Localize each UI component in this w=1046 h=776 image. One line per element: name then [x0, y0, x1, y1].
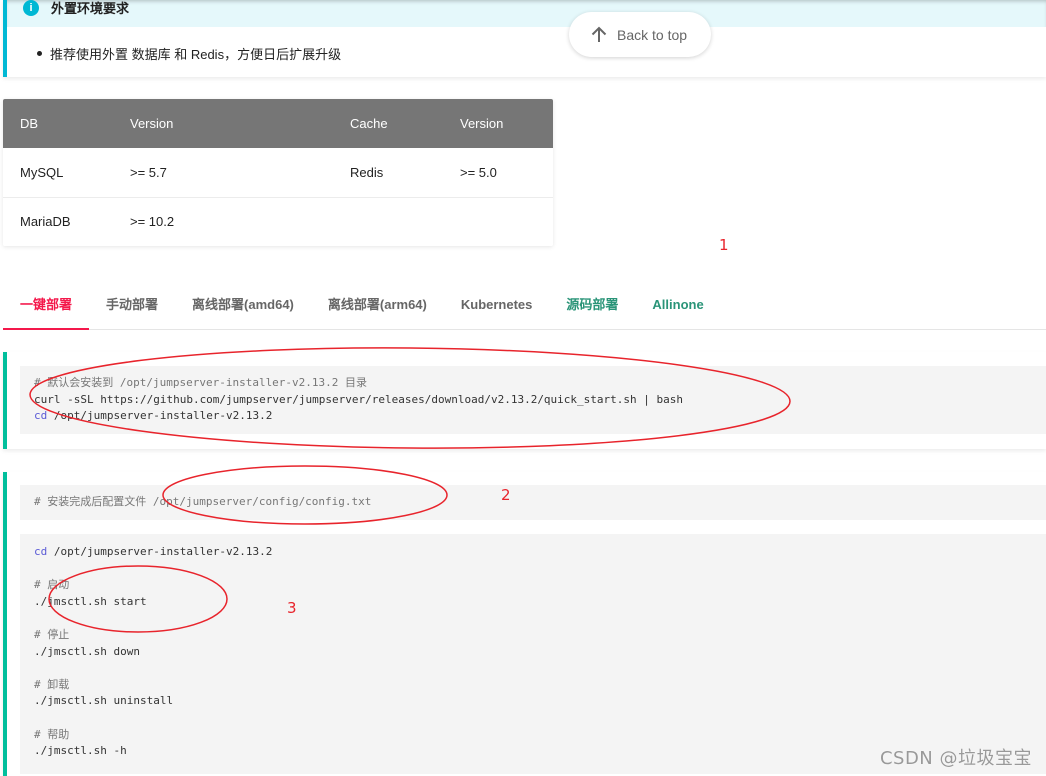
table-cell [443, 197, 553, 246]
table-cell: Redis [333, 148, 443, 198]
tab-source-deploy[interactable]: 源码部署 [549, 289, 635, 329]
admonition-title-text: 外置环境要求 [51, 1, 130, 16]
csdn-watermark: CSDN @垃圾宝宝 [879, 748, 1032, 769]
code-line-stop: ./jmsctl.sh down [34, 644, 140, 658]
code-line-uninstall: ./jmsctl.sh uninstall [34, 694, 174, 708]
header-db-version: Version [113, 99, 333, 148]
code-line-help: ./jmsctl.sh -h [34, 744, 127, 758]
requirements-table: DB Version Cache Version MySQL >= 5.7 Re… [3, 99, 553, 246]
back-to-top-label: Back to top [617, 26, 688, 43]
code-block-install[interactable]: # 默认会安装到 /opt/jumpserver-installer-v2.13… [20, 366, 1046, 434]
code-block-config[interactable]: # 安装完成后配置文件 /opt/jumpserver/config/confi… [20, 485, 1046, 520]
header-cache: Cache [333, 99, 443, 148]
code-line-cd-path: /opt/jumpserver-installer-v2.13.2 [47, 545, 273, 558]
table-cell: MariaDB [3, 197, 113, 246]
header-cache-version: Version [443, 99, 553, 148]
header-db: DB [3, 99, 113, 148]
code-keyword-cd: cd [34, 409, 48, 423]
tab-offline-amd64[interactable]: 离线部署(amd64) [175, 289, 311, 329]
code-comment: # 默认会安装到 /opt/jumpserver-installer-v2.13… [34, 376, 368, 389]
annotation-number-3: 3 [287, 599, 297, 617]
code-line-curl: curl -sSL https://github.com/jumpserver/… [34, 392, 684, 406]
code-comment-start: # 启动 [34, 578, 70, 592]
admonition-external-env: i 外置环境要求 推荐使用外置 数据库 和 Redis，方便日后扩展升级 [3, 0, 1046, 77]
annotation-number-1: 1 [719, 236, 729, 254]
table-cell: >= 5.0 [443, 148, 553, 198]
manage-card: # 安装完成后配置文件 /opt/jumpserver/config/confi… [3, 472, 1046, 776]
quick-start-card: # 默认会安装到 /opt/jumpserver-installer-v2.13… [3, 352, 1046, 449]
code-comment-uninstall: # 卸载 [34, 677, 70, 691]
code-block-jmsctl[interactable]: cd /opt/jumpserver-installer-v2.13.2 # 启… [20, 534, 1046, 774]
code-line-cd-path: /opt/jumpserver-installer-v2.13.2 [47, 409, 273, 423]
admonition-list-item: 推荐使用外置 数据库 和 Redis，方便日后扩展升级 [7, 27, 1046, 63]
table-cell: >= 5.7 [113, 148, 333, 198]
tab-offline-arm64[interactable]: 离线部署(arm64) [311, 289, 444, 329]
table-header-row: DB Version Cache Version [3, 99, 553, 148]
table-row: MySQL >= 5.7 Redis >= 5.0 [3, 148, 553, 198]
table-cell: >= 10.2 [113, 197, 333, 246]
bullet-icon [37, 51, 42, 56]
code-comment-config: # 安装完成后配置文件 /opt/jumpserver/config/confi… [34, 495, 372, 508]
tab-one-click-deploy[interactable]: 一键部署 [3, 289, 90, 330]
arrow-up-icon [591, 26, 607, 42]
admonition-title: i 外置环境要求 [7, 0, 1046, 27]
code-comment-stop: # 停止 [34, 627, 70, 641]
tab-manual-deploy[interactable]: 手动部署 [89, 289, 175, 329]
info-icon: i [23, 0, 39, 16]
admonition-item-text: 推荐使用外置 数据库 和 Redis，方便日后扩展升级 [50, 47, 342, 62]
deploy-tabs: 一键部署 手动部署 离线部署(amd64) 离线部署(arm64) Kubern… [3, 289, 1046, 330]
back-to-top-button[interactable]: Back to top [569, 12, 711, 57]
tab-allinone[interactable]: Allinone [635, 289, 720, 329]
table-cell [333, 197, 443, 246]
tab-kubernetes[interactable]: Kubernetes [444, 289, 550, 329]
code-keyword-cd: cd [34, 545, 48, 558]
annotation-number-2: 2 [501, 486, 511, 504]
code-comment-help: # 帮助 [34, 727, 70, 741]
table-cell: MySQL [3, 148, 113, 198]
code-line-start: ./jmsctl.sh start [34, 594, 147, 608]
table-row: MariaDB >= 10.2 [3, 197, 553, 246]
